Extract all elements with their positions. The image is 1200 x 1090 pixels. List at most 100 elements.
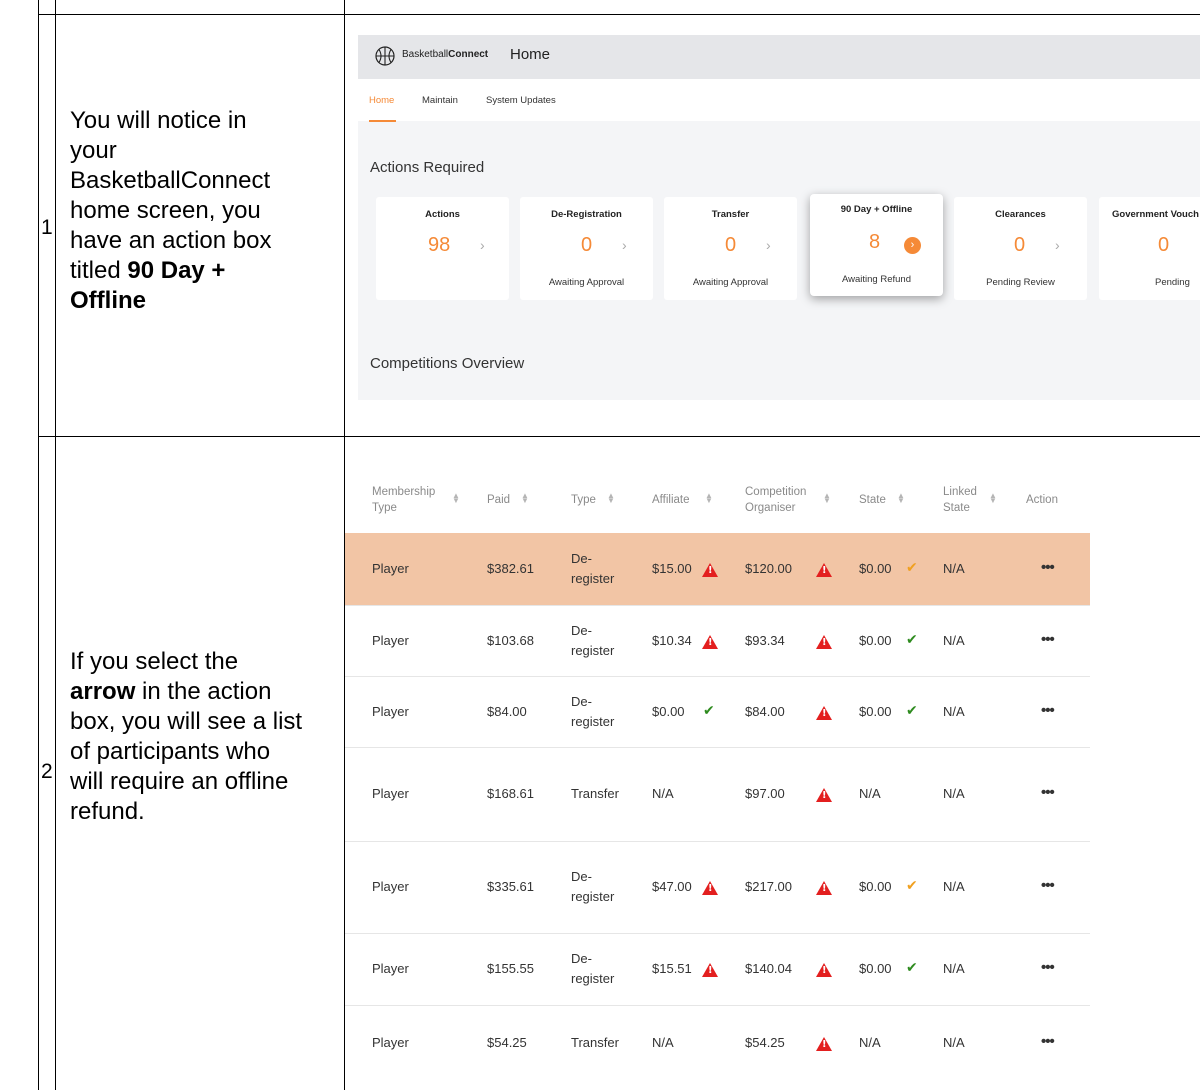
chevron-right-icon[interactable]: › — [480, 237, 485, 253]
sort-icon[interactable]: ▲ ▼ — [607, 492, 615, 505]
check-icon: ✔ — [703, 703, 715, 719]
top-bar: BasketballConnect Home — [358, 35, 1200, 79]
table-border-top — [38, 14, 1200, 15]
arrow-circle-icon[interactable]: › — [904, 237, 921, 254]
table-row[interactable]: Player $168.61 Transfer N/A $97.00 N/A N/A ••• — [345, 747, 1090, 842]
table-row[interactable]: Player $54.25 Transfer N/A $54.25 N/A N/A ••• — [345, 1005, 1090, 1090]
sort-icon[interactable]: ▲ ▼ — [989, 492, 997, 505]
action-card-transfer[interactable]: Transfer 0 › Awaiting Approval — [664, 197, 797, 300]
cell-paid: $103.68 — [487, 633, 534, 648]
cell-linked-state: N/A — [943, 879, 965, 894]
column-header-affiliate[interactable]: Affiliate — [652, 492, 690, 508]
card-subtitle: Awaiting Refund — [841, 274, 911, 285]
step2-line: box, you will see a list — [70, 708, 303, 735]
action-card-de-registration[interactable]: De-Registration 0 › Awaiting Approval — [520, 197, 653, 300]
step2-line: refund. — [70, 798, 145, 825]
card-value: 0 — [1014, 234, 1026, 256]
sort-icon[interactable]: ▲ ▼ — [705, 492, 713, 505]
brand-name[interactable]: BasketballConnect — [402, 49, 488, 60]
card-subtitle: Awaiting Approval — [548, 277, 625, 288]
column-header-action: Action — [1026, 494, 1058, 506]
brand-bold: Connect — [448, 49, 489, 60]
cell-type: register — [571, 643, 615, 658]
table-row[interactable]: Player $103.68 De-register $10.34 $93.34 $0.0… — [345, 605, 1090, 677]
cell-competition-organiser: $93.34 — [745, 633, 785, 648]
column-header-membership-type[interactable]: Membership Type — [372, 484, 435, 516]
cell-type: De- — [571, 951, 592, 966]
cell-type: register — [571, 714, 615, 729]
active-tab-indicator — [369, 120, 396, 122]
more-options-icon[interactable]: ••• — [1041, 1033, 1055, 1050]
home-screenshot: BasketballConnect Home Home Maintain Sys… — [358, 35, 1200, 400]
step-text-2: If you select the arrow in the action bo… — [70, 647, 342, 827]
table-row[interactable]: Player $335.61 De-register $47.00 $217.00 $0.… — [345, 841, 1090, 934]
column-header-competition-organiser[interactable]: Competition Organiser — [745, 484, 806, 516]
chevron-right-icon[interactable]: › — [1055, 237, 1060, 253]
step1-line: home screen, you — [70, 197, 261, 224]
cell-competition-organiser: $97.00 — [745, 786, 785, 801]
action-card-actions[interactable]: Actions 98 › — [376, 197, 509, 300]
cell-competition-organiser: $120.00 — [745, 561, 792, 576]
step2-bold-arrow: arrow — [70, 678, 136, 705]
chevron-right-icon[interactable]: › — [622, 237, 627, 253]
table-border-num — [55, 0, 56, 1090]
step2-line: If you select the — [70, 648, 239, 675]
column-header-linked-state[interactable]: Linked State — [943, 484, 977, 516]
sort-icon[interactable]: ▲ ▼ — [823, 492, 831, 505]
header-line: Membership — [372, 486, 436, 498]
action-card-clearances[interactable]: Clearances 0 › Pending Review — [954, 197, 1087, 300]
header-line: Competition — [745, 486, 807, 498]
page-title: Home — [510, 46, 551, 63]
table-row[interactable]: Player $155.55 De-register $15.51 $140.04 $0.… — [345, 933, 1090, 1006]
cell-affiliate: $0.00 — [652, 704, 685, 719]
card-title: De-Registration — [551, 209, 622, 220]
table-row[interactable]: Player $382.61 De-register $15.00 $120.00 $0.… — [345, 533, 1090, 606]
card-title: Transfer — [711, 209, 750, 220]
action-card-90-day-offline[interactable]: 90 Day + Offline 8 › Awaiting Refund — [810, 194, 943, 296]
step2-line: of participants who — [70, 738, 271, 765]
tab-home[interactable]: Home — [369, 95, 394, 106]
step1-line: BasketballConnect — [70, 167, 271, 194]
cell-competition-organiser: $84.00 — [745, 704, 785, 719]
step-text-1: You will notice in your BasketballConnec… — [70, 106, 338, 316]
cell-linked-state: N/A — [943, 704, 965, 719]
step2-after-bold: in the action — [135, 678, 272, 705]
card-title: Actions — [425, 209, 460, 220]
cell-competition-organiser: $140.04 — [745, 961, 792, 976]
card-value: 0 — [581, 234, 593, 256]
warning-icon — [816, 706, 832, 720]
column-header-type[interactable]: Type — [571, 492, 596, 508]
card-value: 0 — [725, 234, 737, 256]
warning-icon — [702, 563, 718, 577]
more-options-icon[interactable]: ••• — [1041, 702, 1055, 719]
cell-paid: $382.61 — [487, 561, 534, 576]
cell-membership-type: Player — [372, 633, 409, 648]
step1-line: have an action box — [70, 227, 272, 254]
cell-paid: $155.55 — [487, 961, 534, 976]
more-options-icon[interactable]: ••• — [1041, 631, 1055, 648]
warning-icon — [816, 1037, 832, 1051]
cell-paid: $54.25 — [487, 1035, 527, 1050]
cell-paid: $168.61 — [487, 786, 534, 801]
brand-regular: Basketball — [402, 49, 449, 60]
column-header-state[interactable]: State — [859, 492, 886, 508]
column-header-paid[interactable]: Paid — [487, 492, 510, 508]
table-row[interactable]: Player $84.00 De-register $0.00 ✔ $84.00 $0.00… — [345, 676, 1090, 748]
more-options-icon[interactable]: ••• — [1041, 559, 1055, 576]
card-subtitle: Awaiting Approval — [692, 277, 769, 288]
card-title: 90 Day + Offline — [840, 204, 913, 215]
action-card-government-vouchers[interactable]: Government Vouch 0 Pending — [1099, 197, 1200, 300]
tab-system-updates[interactable]: System Updates — [486, 95, 556, 106]
actions-required-heading: Actions Required — [370, 159, 485, 176]
cell-linked-state: N/A — [943, 561, 965, 576]
more-options-icon[interactable]: ••• — [1041, 959, 1055, 976]
sort-icon[interactable]: ▲ ▼ — [897, 492, 905, 505]
cell-membership-type: Player — [372, 1035, 409, 1050]
chevron-right-icon[interactable]: › — [766, 237, 771, 253]
sort-icon[interactable]: ▲ ▼ — [521, 492, 529, 505]
more-options-icon[interactable]: ••• — [1041, 784, 1055, 801]
more-options-icon[interactable]: ••• — [1041, 877, 1055, 894]
cell-type: Transfer — [571, 786, 619, 801]
sort-icon[interactable]: ▲ ▼ — [452, 492, 460, 505]
tab-maintain[interactable]: Maintain — [422, 95, 458, 106]
